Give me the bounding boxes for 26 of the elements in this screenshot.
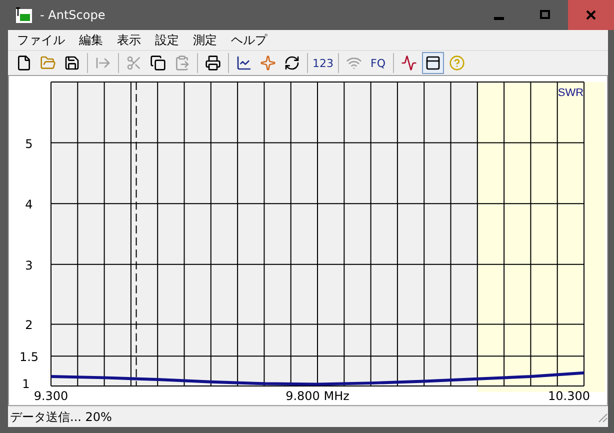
y-tick-label: 1 [22, 377, 30, 392]
y-tick-label: 4 [25, 198, 33, 212]
toolbar-button[interactable]: 123 [312, 52, 334, 74]
menu-item[interactable]: 設定 [148, 32, 186, 48]
y-tick-label: 5 [25, 136, 33, 151]
y-tick-label: 1.5 [19, 350, 39, 364]
menu-item[interactable]: ファイル [10, 32, 72, 48]
resize-grip-icon [596, 411, 608, 423]
x-tick-label: 9.800 MHz [286, 389, 350, 403]
y-tick-label: 3 [25, 258, 33, 272]
x-tick-label: 10.300 [548, 389, 590, 403]
close-button[interactable] [568, 0, 614, 30]
status-text: データ送信... 20% [10, 408, 112, 426]
menu-item[interactable]: ヘルプ [224, 32, 274, 48]
menu-item[interactable]: 表示 [110, 32, 148, 48]
toolbar-button[interactable]: FQ [367, 52, 389, 74]
x-tick-label: 9.300 [34, 389, 68, 403]
close-icon [586, 10, 596, 20]
series-label: SWR [558, 86, 584, 99]
minimize-icon [494, 17, 504, 20]
menu-item[interactable]: 編集 [72, 32, 110, 48]
menu-item[interactable]: 測定 [186, 32, 224, 48]
app-icon [16, 7, 32, 23]
maximize-icon [540, 10, 550, 20]
window-title: - AntScope [40, 8, 106, 22]
y-tick-label: 2 [25, 318, 33, 332]
